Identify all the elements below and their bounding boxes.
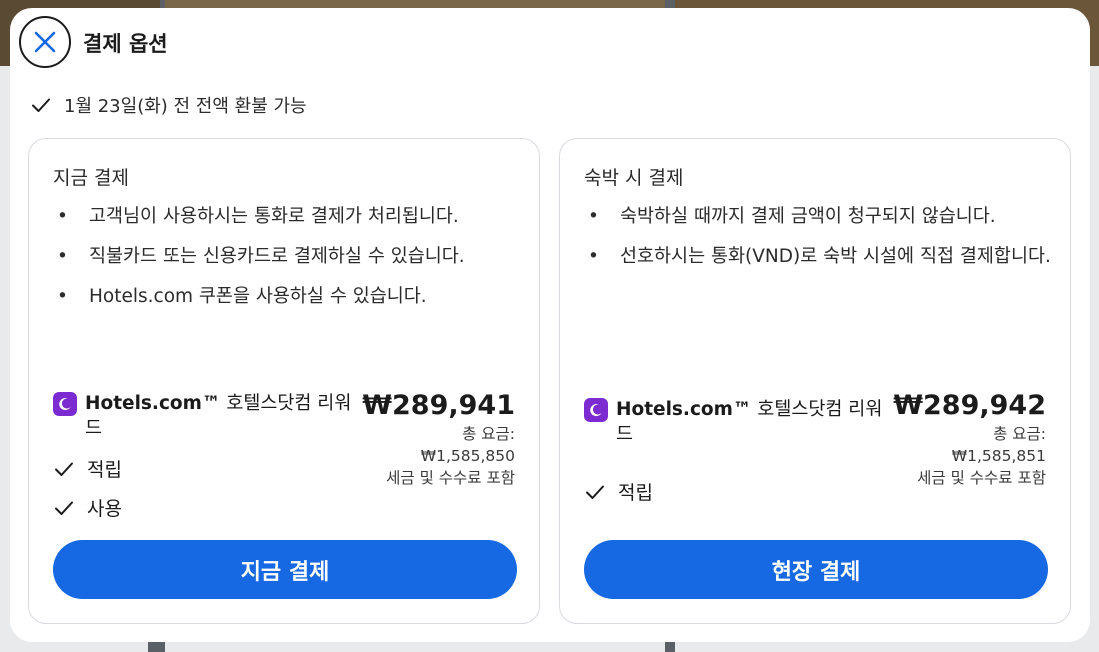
- tax-note: 세금 및 수수료 포함: [917, 469, 1046, 487]
- moon-icon: [584, 398, 608, 422]
- rewards-brand: Hotels.com™: [616, 399, 752, 420]
- rewards-program: Hotels.com™ 호텔스닷컴 리워드: [53, 391, 355, 441]
- pay-now-button[interactable]: 지금 결제: [53, 540, 517, 599]
- nightly-price: ₩289,942: [893, 390, 1046, 421]
- check-icon: [586, 485, 604, 499]
- total-label: 총 요금:: [993, 425, 1046, 443]
- option-benefits-list: • 숙박하실 때까지 결제 금액이 청구되지 않습니다. • 선호하시는 통화(VN…: [584, 203, 1054, 283]
- option-benefits-list: • 고객님이 사용하시는 통화로 결제가 처리됩니다. • 직불카드 또는 신용카드…: [53, 203, 523, 323]
- pay-at-property-option-card: 숙박 시 결제 • 숙박하실 때까지 결제 금액이 청구되지 않습니다. • 선호하…: [559, 138, 1071, 624]
- dialog-title: 결제 옵션: [83, 32, 168, 56]
- close-icon: [34, 31, 56, 53]
- close-button[interactable]: [19, 16, 71, 68]
- price-summary: ₩289,942 총 요금: ₩1,585,851 세금 및 수수료 포함: [846, 389, 1046, 489]
- pay-now-option-card: 지금 결제 • 고객님이 사용하시는 통화로 결제가 처리됩니다. • 직불카드 또…: [28, 138, 540, 624]
- check-icon: [32, 98, 50, 112]
- benefit-item: • 고객님이 사용하시는 통화로 결제가 처리됩니다.: [57, 206, 459, 227]
- price-summary: ₩289,941 총 요금: ₩1,585,850 세금 및 수수료 포함: [315, 389, 515, 489]
- benefit-item: • 직불카드 또는 신용카드로 결제하실 수 있습니다.: [57, 246, 465, 267]
- total-amount: ₩1,585,850: [420, 447, 515, 465]
- benefit-item: • 숙박하실 때까지 결제 금액이 청구되지 않습니다.: [588, 206, 996, 227]
- pay-at-property-button[interactable]: 현장 결제: [584, 540, 1048, 599]
- tax-note: 세금 및 수수료 포함: [386, 469, 515, 487]
- use-rewards: 사용: [53, 488, 122, 527]
- option-title: 숙박 시 결제: [584, 167, 684, 189]
- moon-icon: [53, 392, 77, 416]
- nightly-price: ₩289,941: [362, 390, 515, 421]
- benefit-item: • 선호하시는 통화(VND)로 숙박 시설에 직접 결제합니다.: [588, 246, 1051, 267]
- rewards-program: Hotels.com™ 호텔스닷컴 리워드: [584, 397, 886, 447]
- rewards-actions: 적립 사용: [53, 449, 122, 527]
- option-title: 지금 결제: [53, 167, 129, 189]
- benefit-item: • Hotels.com 쿠폰을 사용하실 수 있습니다.: [57, 286, 427, 307]
- check-icon: [55, 462, 73, 476]
- check-icon: [55, 501, 73, 515]
- payment-options-dialog: 결제 옵션 1월 23일(화) 전 전액 환불 가능 지금 결제 • 고객님이 사…: [10, 8, 1090, 642]
- refund-note-text: 1월 23일(화) 전 전액 환불 가능: [64, 96, 307, 117]
- rewards-brand: Hotels.com™: [85, 393, 221, 414]
- total-label: 총 요금:: [462, 425, 515, 443]
- total-amount: ₩1,585,851: [951, 447, 1046, 465]
- rewards-actions: 적립: [584, 472, 653, 511]
- earn-rewards: 적립: [53, 449, 122, 488]
- refund-notice: 1월 23일(화) 전 전액 환불 가능: [30, 92, 307, 118]
- earn-rewards: 적립: [584, 472, 653, 511]
